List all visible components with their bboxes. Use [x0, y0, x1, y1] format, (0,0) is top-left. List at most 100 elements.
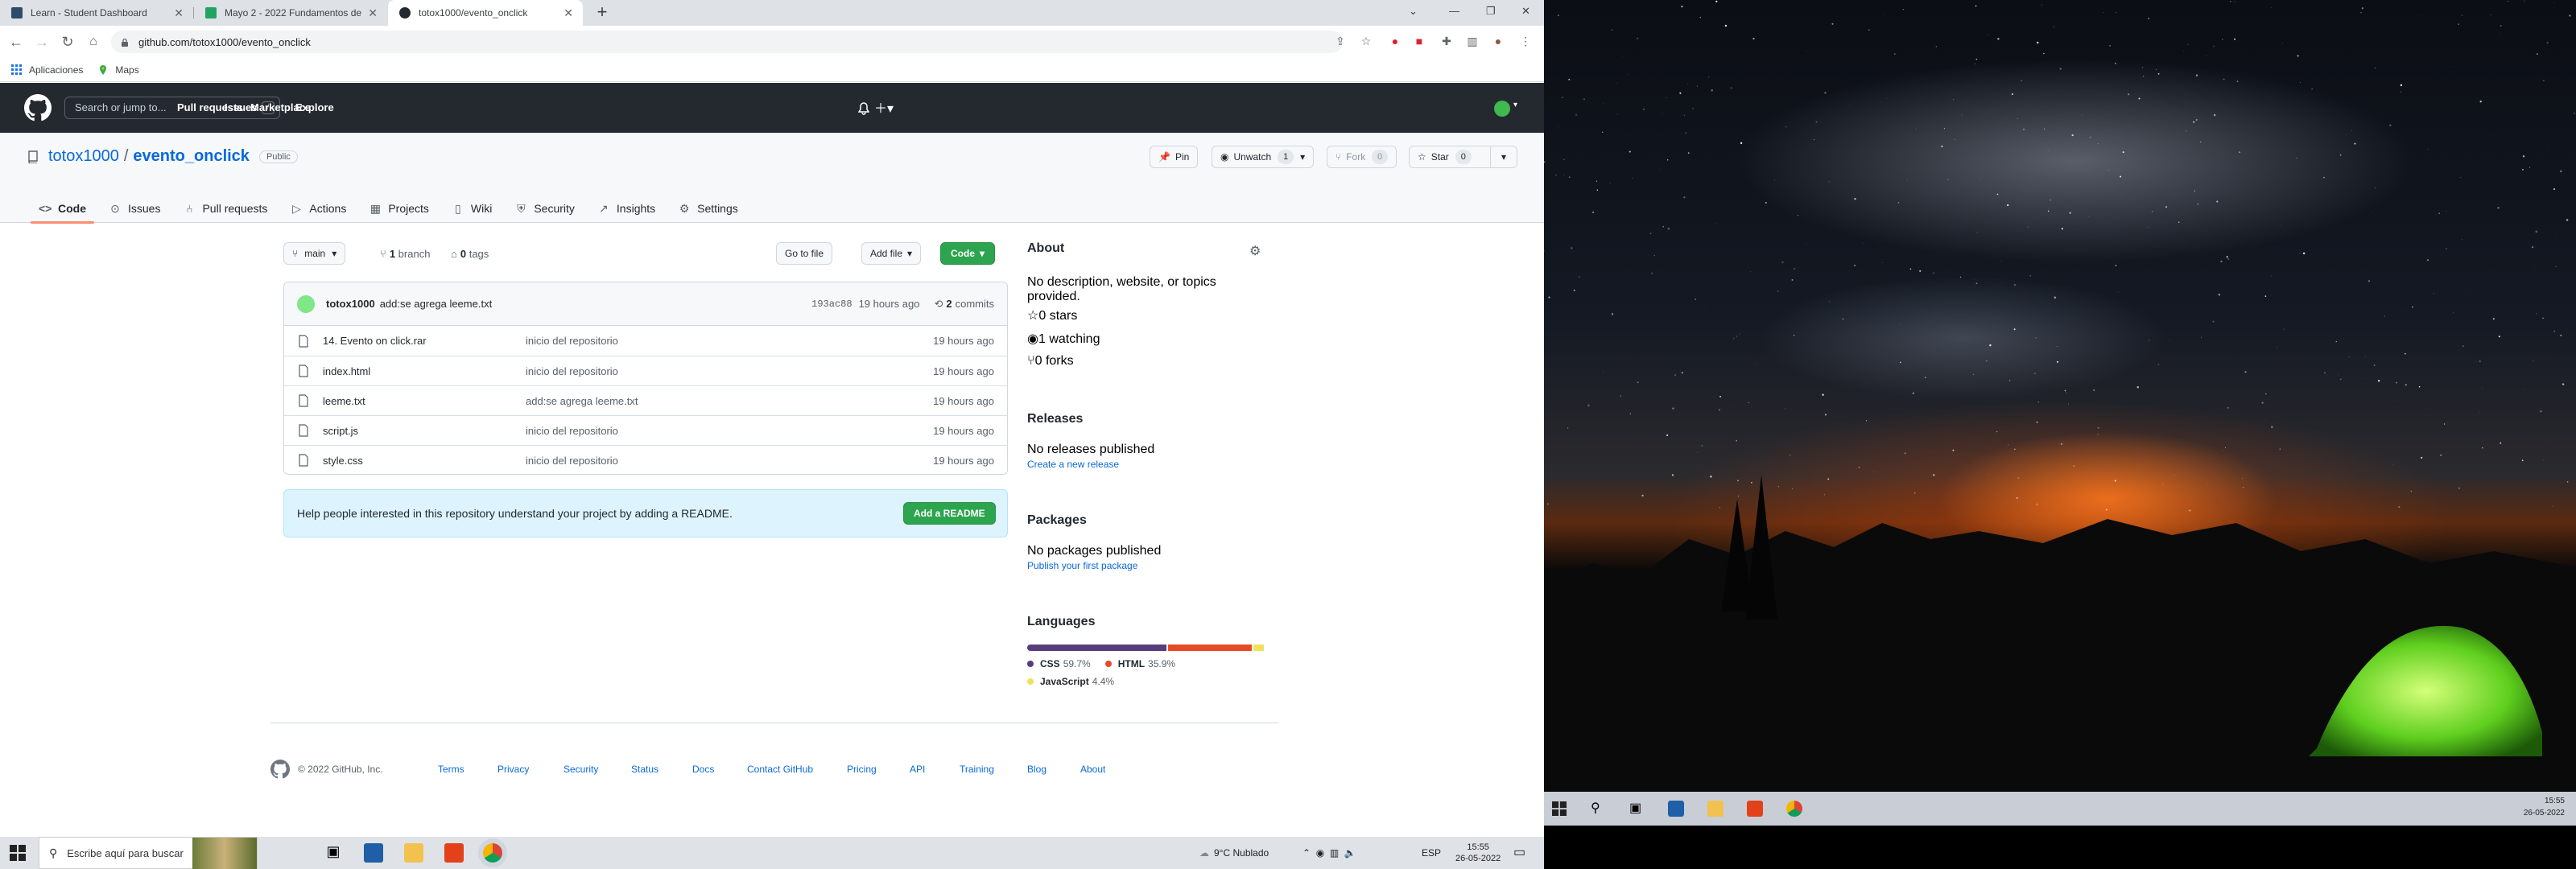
commit-count[interactable]: 2	[946, 298, 952, 310]
taskbar-search-input[interactable]: ⚲ Escribe aquí para buscar	[39, 837, 258, 869]
extension-opera-icon[interactable]: ●	[1386, 32, 1404, 50]
create-release-link[interactable]: Create a new release	[1027, 459, 1119, 470]
github-footer-logo-icon[interactable]	[270, 760, 290, 779]
tab-wiki[interactable]: ▯ Wiki	[440, 194, 503, 223]
fork-button[interactable]: ⑂ Fork 0	[1327, 146, 1397, 168]
file-commit-message[interactable]: inicio del repositorio	[526, 335, 618, 347]
language-item[interactable]: JavaScript 4.4%	[1027, 676, 1251, 687]
footer-link-pricing[interactable]: Pricing	[847, 764, 877, 775]
nav-explore[interactable]: Explore	[295, 83, 334, 133]
tab-security[interactable]: ⛨ Security	[503, 194, 586, 223]
branches-link[interactable]: ⑂ 1 branch	[380, 248, 430, 260]
office-icon[interactable]	[444, 843, 464, 863]
file-name[interactable]: script.js	[323, 425, 358, 437]
go-to-file-button[interactable]: Go to file	[776, 242, 833, 265]
tray-icons[interactable]: ⌃ ◉ ▥ 🔈	[1302, 837, 1356, 869]
star-list-dropdown[interactable]: ▾	[1490, 146, 1517, 168]
browser-tab-learn[interactable]: Learn - Student Dashboard ✕	[0, 0, 193, 26]
about-settings-gear-icon[interactable]: ⚙	[1249, 243, 1261, 259]
file-name[interactable]: index.html	[323, 365, 370, 377]
watching-stat[interactable]: ◉1 watching	[1027, 331, 1265, 347]
maximize-icon[interactable]: ❐	[1486, 5, 1496, 18]
language-item[interactable]: CSS 59.7%	[1027, 658, 1091, 669]
extensions-puzzle-icon[interactable]: ✚	[1438, 32, 1455, 50]
commit-hash[interactable]: 193ac88	[811, 299, 852, 310]
notifications-icon[interactable]: ▭	[1513, 837, 1525, 869]
commit-author[interactable]: totox1000	[326, 298, 375, 310]
address-bar[interactable]: github.com/totox1000/evento_onclick	[111, 31, 1343, 53]
search-icon[interactable]: ⚲	[1591, 800, 1600, 816]
unwatch-button[interactable]: ◉ Unwatch 1 ▾	[1212, 146, 1315, 168]
footer-link-docs[interactable]: Docs	[692, 764, 714, 775]
office-icon[interactable]	[1747, 801, 1763, 817]
avatar-caret-icon[interactable]: ▾	[1513, 101, 1517, 109]
create-new-plus-icon[interactable]: ＋▾	[874, 97, 894, 117]
branch-select-button[interactable]: ⑂ main ▾	[283, 242, 346, 265]
tab-issues[interactable]: ⊙ Issues	[97, 194, 171, 223]
share-icon[interactable]: ⇪	[1331, 32, 1349, 50]
pin-button[interactable]: 📌 Pin	[1150, 146, 1199, 168]
weather-widget[interactable]: ☁ 9°C Nublado	[1199, 837, 1269, 869]
footer-link-blog[interactable]: Blog	[1027, 764, 1046, 775]
footer-link-about[interactable]: About	[1080, 764, 1105, 775]
releases-heading[interactable]: Releases	[1027, 412, 1265, 426]
tags-link[interactable]: ⌂ 0 tags	[451, 248, 489, 260]
side-panel-icon[interactable]: ▥	[1463, 32, 1481, 50]
file-commit-message[interactable]: add:se agrega leeme.txt	[526, 395, 638, 407]
commits-label[interactable]: commits	[956, 298, 994, 310]
user-avatar[interactable]	[1494, 101, 1510, 117]
minimize-icon[interactable]: —	[1449, 5, 1459, 17]
add-readme-button[interactable]: Add a README	[903, 502, 996, 525]
browser-tab-github[interactable]: totox1000/evento_onclick ✕	[388, 0, 583, 26]
tab-settings[interactable]: ⚙ Settings	[667, 194, 749, 223]
bookmark-maps[interactable]: Maps	[97, 64, 139, 76]
close-tab-icon[interactable]: ✕	[368, 6, 378, 20]
table-row[interactable]: script.js inicio del repositorio 19 hour…	[284, 415, 1007, 445]
repo-owner-link[interactable]: totox1000	[48, 147, 119, 166]
footer-link-status[interactable]: Status	[631, 764, 658, 775]
tab-projects[interactable]: ▦ Projects	[357, 194, 440, 223]
task-view-icon[interactable]: ▣	[324, 843, 343, 863]
file-name[interactable]: style.css	[323, 455, 363, 467]
table-row[interactable]: style.css inicio del repositorio 19 hour…	[284, 445, 1007, 474]
forward-icon[interactable]: →	[32, 32, 52, 51]
publish-package-link[interactable]: Publish your first package	[1027, 560, 1137, 571]
table-row[interactable]: index.html inicio del repositorio 19 hou…	[284, 356, 1007, 385]
commit-message[interactable]: add:se agrega leeme.txt	[380, 298, 492, 310]
footer-link-terms[interactable]: Terms	[438, 764, 464, 775]
repo-name-link[interactable]: evento_onclick	[133, 147, 250, 166]
reload-icon[interactable]: ↻	[58, 32, 77, 51]
bookmark-apps[interactable]: Aplicaciones	[11, 64, 83, 76]
chrome-menu-icon[interactable]: ⋮	[1517, 32, 1534, 50]
tab-pull-requests[interactable]: ⑃ Pull requests	[171, 194, 279, 223]
store-icon[interactable]	[1668, 801, 1684, 817]
star-button[interactable]: ☆ Star 0	[1409, 146, 1491, 168]
footer-link-security[interactable]: Security	[564, 764, 598, 775]
close-tab-icon[interactable]: ✕	[564, 6, 573, 20]
input-language[interactable]: ESP	[1422, 837, 1441, 869]
file-explorer-icon[interactable]	[1707, 801, 1724, 817]
tab-insights[interactable]: ↗ Insights	[586, 194, 667, 223]
tab-search-chevron-icon[interactable]: ⌄	[1409, 5, 1418, 18]
file-explorer-icon[interactable]	[404, 843, 423, 863]
add-file-button[interactable]: Add file ▾	[861, 242, 922, 265]
language-item[interactable]: HTML 35.9%	[1104, 658, 1175, 669]
notifications-bell-icon[interactable]	[858, 102, 869, 115]
file-name[interactable]: 14. Evento on click.rar	[323, 335, 427, 347]
footer-link-privacy[interactable]: Privacy	[497, 764, 529, 775]
profile-avatar-icon[interactable]: ●	[1489, 32, 1507, 50]
committer-avatar[interactable]	[297, 294, 315, 313]
footer-link-contact[interactable]: Contact GitHub	[747, 764, 813, 775]
task-view-icon[interactable]: ▣	[1629, 800, 1641, 816]
chrome-icon[interactable]	[483, 843, 502, 863]
footer-link-api[interactable]: API	[910, 764, 925, 775]
file-name[interactable]: leeme.txt	[323, 395, 365, 407]
table-row[interactable]: 14. Evento on click.rar inicio del repos…	[284, 326, 1007, 356]
extension-block-icon[interactable]: ■	[1410, 32, 1428, 50]
file-commit-message[interactable]: inicio del repositorio	[526, 455, 618, 467]
chrome-icon[interactable]	[1786, 801, 1802, 817]
github-logo-icon[interactable]	[24, 94, 52, 121]
table-row[interactable]: leeme.txt add:se agrega leeme.txt 19 hou…	[284, 385, 1007, 415]
home-icon[interactable]: ⌂	[84, 32, 103, 51]
new-tab-icon[interactable]: +	[592, 3, 612, 23]
